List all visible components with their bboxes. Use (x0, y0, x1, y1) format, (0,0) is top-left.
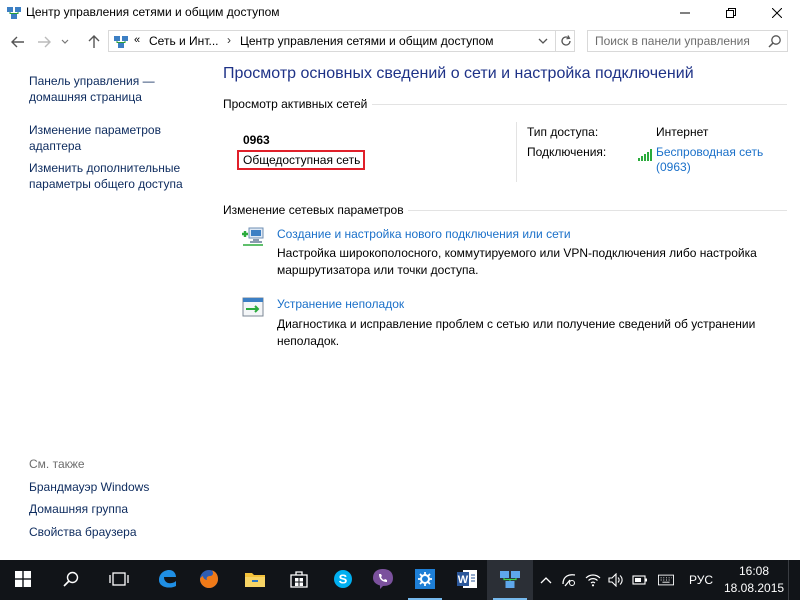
network-center-icon (6, 5, 22, 21)
taskbar: S W РУС 16:08 18.08.2015 (0, 560, 800, 600)
troubleshoot-link[interactable]: Устранение неполадок (277, 297, 404, 311)
task-view-icon (109, 571, 129, 590)
tray-app-icon[interactable] (561, 572, 577, 588)
setup-new-connection-link[interactable]: Создание и настройка нового подключения … (277, 227, 571, 241)
language-indicator[interactable]: РУС (689, 573, 713, 587)
wireless-connection-link-line2[interactable]: (0963) (656, 160, 691, 175)
control-panel-home-link-line1[interactable]: Панель управления — (29, 73, 155, 90)
back-button[interactable] (8, 32, 28, 52)
page-title: Просмотр основных сведений о сети и наст… (223, 65, 694, 82)
taskbar-viber[interactable] (360, 560, 406, 600)
control-panel-home-link-line2[interactable]: домашняя страница (29, 89, 142, 106)
navigation-bar: « Сеть и Инт... › Центр управления сетям… (0, 26, 800, 58)
change-adapter-settings-link-line1[interactable]: Изменение параметров (29, 122, 161, 139)
volume-icon[interactable] (608, 572, 624, 588)
network-type-link[interactable]: Общедоступная сеть (237, 150, 365, 170)
viber-icon (371, 567, 395, 594)
recent-locations-button[interactable] (58, 32, 72, 52)
advanced-sharing-settings-link-line2[interactable]: параметры общего доступа (29, 176, 183, 193)
explorer-icon (244, 570, 266, 591)
breadcrumb-separator[interactable]: › (227, 33, 231, 47)
change-settings-heading: Изменение сетевых параметров (223, 203, 404, 217)
taskbar-settings[interactable] (402, 560, 448, 600)
search-icon[interactable] (768, 34, 782, 48)
wifi-signal-icon (638, 149, 652, 161)
firefox-icon (198, 568, 220, 593)
taskbar-firefox[interactable] (186, 560, 232, 600)
chevron-down-icon[interactable] (537, 35, 549, 47)
task-view-button[interactable] (96, 560, 142, 600)
setup-new-connection-description: Настройка широкополосного, коммутируемог… (277, 246, 757, 277)
close-button[interactable] (754, 0, 800, 26)
breadcrumb-overflow[interactable]: « (134, 34, 140, 46)
network-name: 0963 (243, 133, 270, 147)
change-adapter-settings-link-line2[interactable]: адаптера (29, 138, 81, 155)
internet-options-link[interactable]: Свойства браузера (29, 524, 137, 541)
skype-icon: S (332, 568, 354, 593)
new-connection-icon (241, 225, 267, 249)
maximize-button[interactable] (708, 0, 754, 26)
start-icon (15, 570, 31, 590)
taskbar-file-explorer[interactable] (232, 560, 278, 600)
edge-icon (156, 568, 178, 593)
clock[interactable]: 16:08 18.08.2015 (724, 563, 784, 597)
word-icon: W (456, 568, 478, 593)
connections-label: Подключения: (527, 145, 607, 159)
breadcrumb-current[interactable]: Центр управления сетями и общим доступом (240, 34, 494, 48)
access-type-label: Тип доступа: (527, 125, 599, 139)
see-also-heading: См. также (29, 457, 85, 471)
control-panel-icon (113, 34, 129, 50)
section-divider (408, 210, 787, 211)
search-box[interactable] (587, 30, 788, 52)
wireless-connection-link-line1[interactable]: Беспроводная сеть (656, 145, 763, 160)
refresh-button[interactable] (555, 31, 575, 51)
forward-button[interactable] (34, 32, 54, 52)
keyboard-icon[interactable] (658, 572, 674, 588)
advanced-sharing-settings-link-line1[interactable]: Изменить дополнительные (29, 160, 180, 177)
settings-icon (414, 568, 436, 593)
search-icon (63, 571, 79, 590)
svg-text:S: S (339, 571, 348, 586)
start-button[interactable] (0, 560, 46, 600)
up-button[interactable] (84, 32, 104, 52)
address-bar[interactable]: « Сеть и Инт... › Центр управления сетям… (108, 30, 575, 52)
store-icon (289, 569, 309, 592)
show-hidden-icons-button[interactable] (538, 572, 554, 588)
taskbar-network-center[interactable] (487, 560, 533, 600)
section-divider (372, 104, 787, 105)
active-networks-heading: Просмотр активных сетей (223, 97, 368, 111)
wifi-icon[interactable] (585, 572, 601, 588)
troubleshoot-description: Диагностика и исправление проблем с сеть… (277, 317, 756, 348)
clock-date: 18.08.2015 (724, 581, 785, 595)
svg-text:W: W (458, 574, 469, 586)
access-type-value: Интернет (656, 125, 709, 139)
minimize-button[interactable] (662, 0, 708, 26)
power-icon[interactable] (632, 572, 648, 588)
taskbar-edge[interactable] (144, 560, 190, 600)
network-center-icon (499, 568, 521, 593)
title-bar: Центр управления сетями и общим доступом (0, 0, 800, 26)
window-title: Центр управления сетями и общим доступом (26, 5, 280, 19)
left-pane: Панель управления — домашняя страница Из… (0, 58, 212, 558)
homegroup-link[interactable]: Домашняя группа (29, 501, 128, 518)
main-content: Просмотр основных сведений о сети и наст… (212, 58, 800, 558)
windows-firewall-link[interactable]: Брандмауэр Windows (29, 479, 149, 496)
taskbar-search-button[interactable] (48, 560, 94, 600)
show-desktop-button[interactable] (788, 560, 800, 600)
breadcrumb-network-internet[interactable]: Сеть и Инт... (149, 34, 218, 48)
taskbar-store[interactable] (276, 560, 322, 600)
taskbar-word[interactable]: W (444, 560, 490, 600)
clock-time: 16:08 (738, 564, 770, 578)
network-divider (516, 122, 517, 182)
search-input[interactable] (588, 31, 763, 51)
troubleshoot-icon (241, 296, 267, 320)
